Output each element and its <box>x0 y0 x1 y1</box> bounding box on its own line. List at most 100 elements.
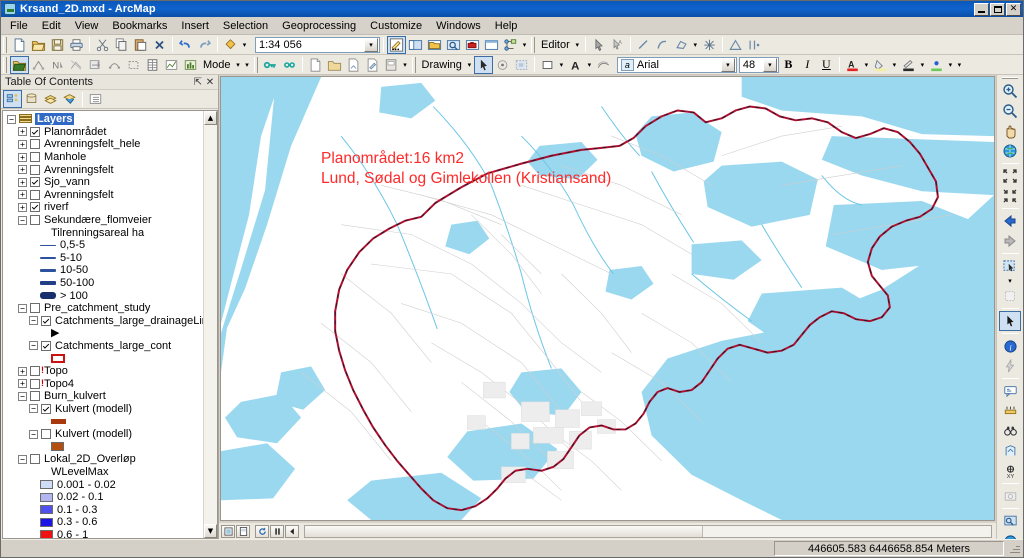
layer-visibility-checkbox[interactable] <box>41 315 51 326</box>
scroll-track[interactable] <box>204 125 217 524</box>
toc-layer-row[interactable]: + Avrenningsfelt <box>5 189 203 202</box>
catalog-window-button[interactable] <box>425 36 444 54</box>
list-by-selection-button[interactable] <box>60 90 79 108</box>
expander-icon[interactable]: + <box>18 165 27 175</box>
layer-visibility-checkbox[interactable] <box>30 378 44 389</box>
table-of-contents-window-button[interactable] <box>406 36 425 54</box>
layer-visibility-checkbox[interactable] <box>30 202 40 213</box>
cut-button[interactable] <box>93 36 112 54</box>
data-view-button[interactable] <box>221 524 235 538</box>
spatial-adjust-button[interactable] <box>67 56 86 74</box>
fill-symbol-swatch[interactable] <box>51 442 64 452</box>
drawing-menu-label[interactable]: Drawing <box>419 59 465 71</box>
add-data-button[interactable] <box>221 36 240 54</box>
search-window-button[interactable] <box>444 36 463 54</box>
layer-visibility-checkbox[interactable] <box>41 340 51 351</box>
edit-tool-button[interactable] <box>589 36 608 54</box>
expander-icon[interactable]: + <box>18 379 27 389</box>
go-to-xy-tool[interactable]: XY <box>999 461 1021 481</box>
chevron-down-icon[interactable]: ▾ <box>364 37 378 52</box>
expander-icon[interactable]: − <box>18 454 27 464</box>
attribute-table-button[interactable] <box>143 56 162 74</box>
full-extent-tool[interactable] <box>999 141 1021 161</box>
toc-root-layers[interactable]: − Layers <box>5 113 203 126</box>
line-symbol-swatch[interactable] <box>40 268 56 272</box>
marker-color-dropdown[interactable]: ▾ <box>946 57 955 73</box>
fill-symbol-swatch[interactable] <box>40 505 53 515</box>
expander-icon[interactable]: − <box>29 429 38 439</box>
scroll-thumb[interactable] <box>305 525 703 537</box>
expander-icon[interactable]: + <box>18 202 27 212</box>
toc-layer-row[interactable]: − Pre_catchment_study <box>5 302 203 315</box>
new-text-button[interactable]: A <box>566 56 585 74</box>
statistics-button[interactable] <box>181 56 200 74</box>
minimize-button[interactable] <box>974 2 989 16</box>
options-button[interactable] <box>86 90 105 108</box>
close-icon[interactable]: ✕ <box>204 77 216 88</box>
pause-drawing-button[interactable] <box>270 524 284 538</box>
select-rectangle-button[interactable] <box>124 56 143 74</box>
trace-dropdown[interactable]: ▾ <box>691 37 700 53</box>
mode-menu-caret[interactable]: ▾ <box>234 57 243 73</box>
toc-layer-row[interactable]: + Manhole <box>5 151 203 164</box>
toc-layer-row[interactable]: + Sjo_vann <box>5 176 203 189</box>
menu-item-customize[interactable]: Customize <box>363 18 429 34</box>
menu-item-help[interactable]: Help <box>488 18 525 34</box>
toolbar-grip[interactable] <box>3 56 7 73</box>
copy-button[interactable] <box>112 36 131 54</box>
construction-tools-button[interactable] <box>726 36 745 54</box>
chevron-down-icon[interactable]: ▾ <box>720 57 735 72</box>
hyperlink-tool[interactable] <box>999 356 1021 376</box>
menu-item-bookmarks[interactable]: Bookmarks <box>105 18 174 34</box>
layer-visibility-checkbox[interactable] <box>30 139 40 150</box>
new-file-button[interactable] <box>306 56 325 74</box>
time-slider-button[interactable] <box>999 486 1021 506</box>
chevron-down-icon[interactable]: ▾ <box>762 57 777 72</box>
rotate-button[interactable] <box>493 56 512 74</box>
fill-symbol-swatch[interactable] <box>51 419 66 425</box>
arcglobe-button[interactable] <box>999 531 1021 539</box>
text-dropdown[interactable]: ▾ <box>585 57 594 73</box>
expander-icon[interactable]: − <box>29 341 38 351</box>
catalog-tree-button[interactable] <box>10 55 29 74</box>
paste-button[interactable] <box>131 36 150 54</box>
layout-view-button[interactable] <box>236 524 250 538</box>
layer-visibility-checkbox[interactable] <box>30 391 40 402</box>
toc-layer-row[interactable]: − Kulvert (modell) <box>5 428 203 441</box>
graph-button[interactable] <box>162 56 181 74</box>
underline-button[interactable]: U <box>817 56 836 74</box>
marker-color-button[interactable] <box>927 56 946 74</box>
toolbar-grip[interactable] <box>253 56 258 73</box>
menu-item-selection[interactable]: Selection <box>216 18 275 34</box>
menu-item-view[interactable]: View <box>68 18 106 34</box>
print-button[interactable] <box>67 36 86 54</box>
editor-toolbar-grip[interactable] <box>531 36 535 53</box>
toolbar-grip[interactable] <box>3 36 7 53</box>
expander-icon[interactable]: + <box>18 139 27 149</box>
line-symbol-swatch[interactable] <box>40 281 56 286</box>
menu-item-geoprocessing[interactable]: Geoprocessing <box>275 18 363 34</box>
scroll-down-button[interactable]: ▼ <box>204 524 217 538</box>
restore-button[interactable] <box>990 2 1005 16</box>
fill-color-button[interactable] <box>871 56 890 74</box>
scroll-up-button[interactable]: ▲ <box>204 111 217 125</box>
layer-visibility-checkbox[interactable] <box>30 365 44 377</box>
fill-symbol-swatch[interactable] <box>40 517 53 527</box>
close-button[interactable]: ✕ <box>1006 2 1021 16</box>
toc-scrollbar[interactable]: ▲ ▼ <box>203 111 217 538</box>
toc-layer-row[interactable]: − Burn_kulvert <box>5 390 203 403</box>
line-color-button[interactable] <box>899 56 918 74</box>
html-popup-tool[interactable] <box>999 381 1021 401</box>
layer-visibility-checkbox[interactable] <box>30 189 40 200</box>
identify-tool[interactable]: i <box>999 336 1021 356</box>
new-rectangle-button[interactable] <box>538 56 557 74</box>
expander-icon[interactable]: + <box>18 190 27 200</box>
italic-button[interactable]: I <box>798 56 817 74</box>
layer-visibility-checkbox[interactable] <box>30 303 40 314</box>
expander-icon[interactable]: − <box>29 316 38 326</box>
arctoolbox-window-button[interactable] <box>463 36 482 54</box>
toc-layer-row[interactable]: + Planområdet <box>5 126 203 139</box>
select-features-dropdown[interactable]: ▾ <box>1007 276 1014 286</box>
zoom-out-tool[interactable] <box>999 101 1021 121</box>
toc-layer-row[interactable]: + riverf <box>5 201 203 214</box>
